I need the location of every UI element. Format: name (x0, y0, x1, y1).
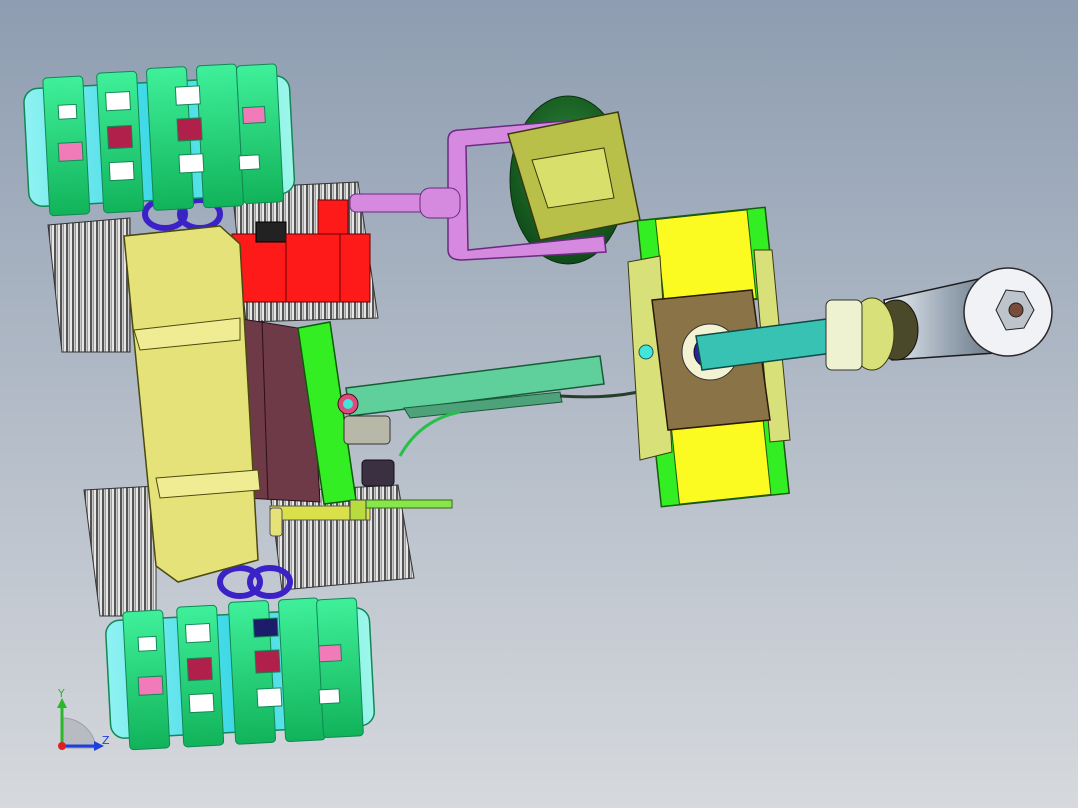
gear-upper-left[interactable] (47, 217, 131, 353)
wheel-bottom[interactable] (105, 595, 376, 751)
cad-scene[interactable]: Y Z (0, 0, 1078, 808)
axis-z-label: Z (102, 734, 110, 747)
grey-fitting (343, 415, 391, 445)
wheel-top[interactable] (23, 61, 296, 217)
axis-y-label: Y (57, 687, 65, 700)
end-bracket (825, 299, 863, 371)
dark-fitting (361, 459, 395, 487)
cad-viewport[interactable]: Y Z (0, 0, 1078, 808)
